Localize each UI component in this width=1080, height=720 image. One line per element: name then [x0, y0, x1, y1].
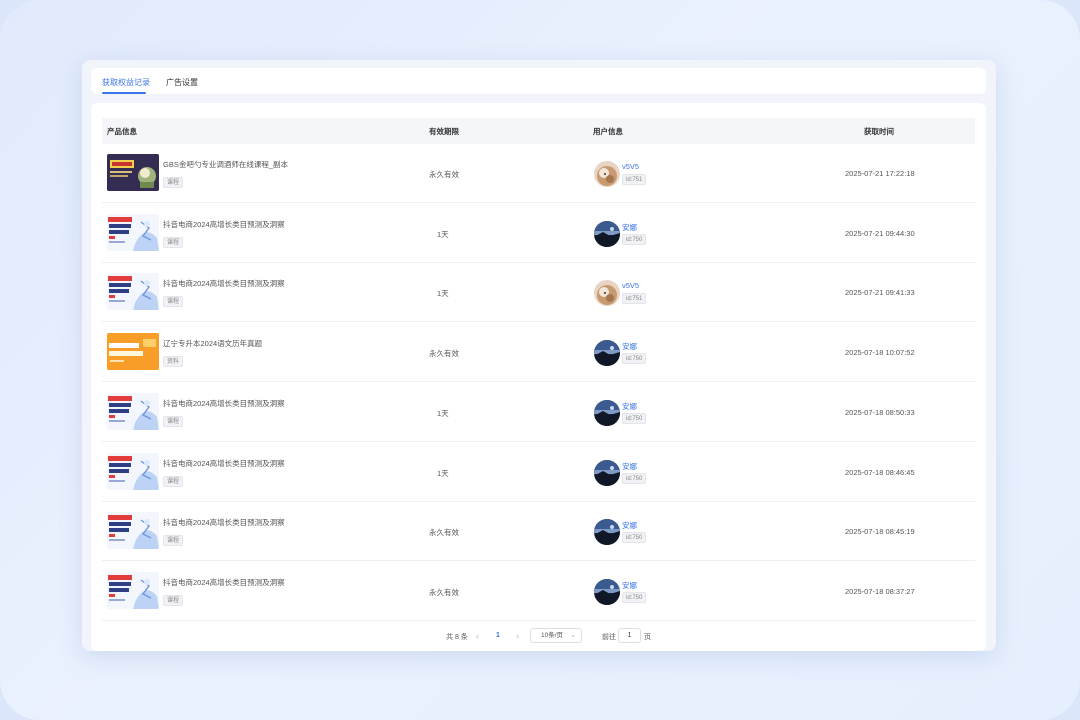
product-thumbnail[interactable] — [107, 392, 159, 430]
pagination-total: 共 8 条 — [446, 634, 468, 641]
page-size-value: 10条/页 — [541, 632, 564, 639]
product-thumbnail[interactable] — [107, 571, 159, 609]
acquired-time: 2025-07-18 08:46:45 — [845, 467, 915, 477]
avatar[interactable] — [594, 519, 620, 546]
table-header: 产品信息 有效期限 用户信息 获取时间 — [102, 118, 975, 144]
product-title[interactable]: 抖音电商2024高增长类目预测及洞察 — [163, 398, 285, 409]
product-type-tag: 课程 — [163, 415, 184, 427]
product-title[interactable]: 抖音电商2024高增长类目预测及洞察 — [163, 458, 285, 469]
product-type-tag: 课程 — [163, 236, 184, 248]
product-thumbnail[interactable] — [107, 154, 159, 191]
table-row[interactable]: 抖音电商2024高增长类目预测及洞察 课程 1天 安娜 id:750 2025-07-18… — [102, 442, 975, 502]
acquired-time: 2025-07-18 10:07:52 — [845, 348, 915, 358]
table-row[interactable]: 抖音电商2024高增长类目预测及洞察 课程 永久有效 安娜 id:750 2025-07-… — [102, 501, 975, 562]
header-time: 获取时间 — [864, 127, 894, 136]
header-product: 产品信息 — [107, 127, 137, 136]
table-row[interactable]: 抖音电商2024高增长类目预测及洞察 课程 永久有效 安娜 id:750 2025-07-… — [102, 561, 975, 621]
product-title[interactable]: 抖音电商2024高增长类目预测及洞察 — [163, 278, 285, 289]
avatar[interactable] — [594, 340, 620, 367]
pagination-current-page[interactable]: 1 — [496, 632, 500, 639]
validity-value: 1天 — [437, 229, 449, 239]
product-title[interactable]: 抖音电商2024高增长类目预测及洞察 — [163, 577, 285, 588]
user-name-link[interactable]: 安娜 — [622, 461, 637, 472]
product-type-tag: 课程 — [163, 177, 184, 188]
user-id-badge: id:750 — [622, 472, 647, 484]
product-type-tag: 课程 — [163, 296, 184, 308]
product-title[interactable]: 辽宁专升本2024语文历年真题 — [163, 338, 262, 349]
product-thumbnail[interactable] — [107, 333, 159, 371]
user-name-link[interactable]: 安娜 — [622, 580, 637, 591]
table-row[interactable]: GBS金吧勺专业调酒师在线课程_副本 课程 永久有效 v5V5 id:751 2025-0… — [102, 143, 975, 203]
app-window: 获取权益记录 广告设置 产品信息 有效期限 用户信息 获取时间 GBS金吧勺专业… — [82, 60, 996, 651]
active-tab-indicator — [102, 92, 146, 94]
validity-value: 永久有效 — [429, 349, 459, 359]
avatar[interactable] — [594, 280, 620, 307]
product-type-tag: 课程 — [163, 594, 184, 606]
pagination: 共 8 条 ‹ 1 › 10条/页 ⌄ 前往 1 页 — [91, 628, 986, 646]
avatar[interactable] — [594, 399, 620, 426]
acquired-time: 2025-07-21 09:44:30 — [845, 228, 915, 238]
chevron-down-icon: ⌄ — [570, 632, 576, 639]
user-id-badge: id:750 — [622, 532, 647, 544]
product-type-tag: 课程 — [163, 535, 184, 547]
validity-value: 永久有效 — [429, 170, 459, 179]
user-id-badge: id:750 — [622, 591, 647, 603]
user-name-link[interactable]: 安娜 — [622, 401, 637, 412]
user-id-badge: id:750 — [622, 233, 647, 245]
product-type-tag: 课程 — [163, 475, 184, 487]
table-row[interactable]: 抖音电商2024高增长类目预测及洞察 课程 1天 安娜 id:750 2025-07-18… — [102, 382, 975, 442]
goto-page-input[interactable]: 1 — [618, 628, 641, 643]
product-thumbnail[interactable] — [107, 213, 159, 251]
user-id-badge: id:751 — [622, 293, 647, 305]
acquired-time: 2025-07-18 08:50:33 — [845, 407, 915, 417]
acquired-time: 2025-07-21 17:22:18 — [845, 169, 915, 178]
chevron-left-icon[interactable]: ‹ — [476, 631, 479, 641]
user-name-link[interactable]: 安娜 — [622, 222, 637, 233]
product-thumbnail[interactable] — [107, 512, 159, 550]
records-panel: 产品信息 有效期限 用户信息 获取时间 GBS金吧勺专业调酒师在线课程_副本 课程… — [91, 103, 986, 651]
validity-value: 永久有效 — [429, 528, 459, 538]
user-id-badge: id:750 — [622, 353, 647, 365]
product-thumbnail[interactable] — [107, 452, 159, 490]
validity-value: 1天 — [437, 289, 449, 299]
product-type-tag: 资料 — [163, 356, 184, 368]
avatar[interactable] — [594, 220, 620, 247]
product-title[interactable]: 抖音电商2024高增长类目预测及洞察 — [163, 219, 285, 230]
user-name-link[interactable]: v5V5 — [622, 162, 639, 171]
validity-value: 1天 — [437, 468, 449, 478]
table-row[interactable]: 抖音电商2024高增长类目预测及洞察 课程 1天 v5V5 id:751 2025-07-… — [102, 262, 975, 323]
header-validity: 有效期限 — [429, 127, 459, 136]
chevron-right-icon[interactable]: › — [516, 631, 519, 641]
goto-suffix: 页 — [644, 634, 651, 641]
acquired-time: 2025-07-18 08:45:19 — [845, 527, 915, 537]
product-title[interactable]: 抖音电商2024高增长类目预测及洞察 — [163, 517, 285, 528]
tab-rights-records[interactable]: 获取权益记录 — [102, 78, 150, 88]
table-row[interactable]: 抖音电商2024高增长类目预测及洞察 课程 1天 安娜 id:750 2025-07-21… — [102, 203, 975, 263]
user-name-link[interactable]: 安娜 — [622, 520, 637, 531]
avatar[interactable] — [594, 578, 620, 605]
validity-value: 1天 — [437, 408, 449, 418]
avatar[interactable] — [594, 161, 620, 187]
table-row[interactable]: 辽宁专升本2024语文历年真题 资料 永久有效 安娜 id:750 2025-07-18 … — [102, 322, 975, 383]
page-size-select[interactable]: 10条/页 ⌄ — [530, 628, 582, 643]
validity-value: 永久有效 — [429, 587, 459, 597]
avatar[interactable] — [594, 459, 620, 486]
tab-bar: 获取权益记录 广告设置 — [91, 68, 986, 94]
goto-label: 前往 — [602, 634, 616, 641]
product-title[interactable]: GBS金吧勺专业调酒师在线课程_副本 — [163, 159, 288, 170]
product-thumbnail[interactable] — [107, 273, 159, 311]
user-id-badge: id:750 — [622, 412, 647, 424]
acquired-time: 2025-07-18 08:37:27 — [845, 586, 915, 596]
user-name-link[interactable]: 安娜 — [622, 341, 637, 352]
header-user: 用户信息 — [593, 127, 623, 136]
user-id-badge: id:751 — [622, 174, 647, 185]
tab-ad-settings[interactable]: 广告设置 — [166, 78, 198, 88]
user-name-link[interactable]: v5V5 — [622, 281, 639, 290]
acquired-time: 2025-07-21 09:41:33 — [845, 288, 915, 298]
